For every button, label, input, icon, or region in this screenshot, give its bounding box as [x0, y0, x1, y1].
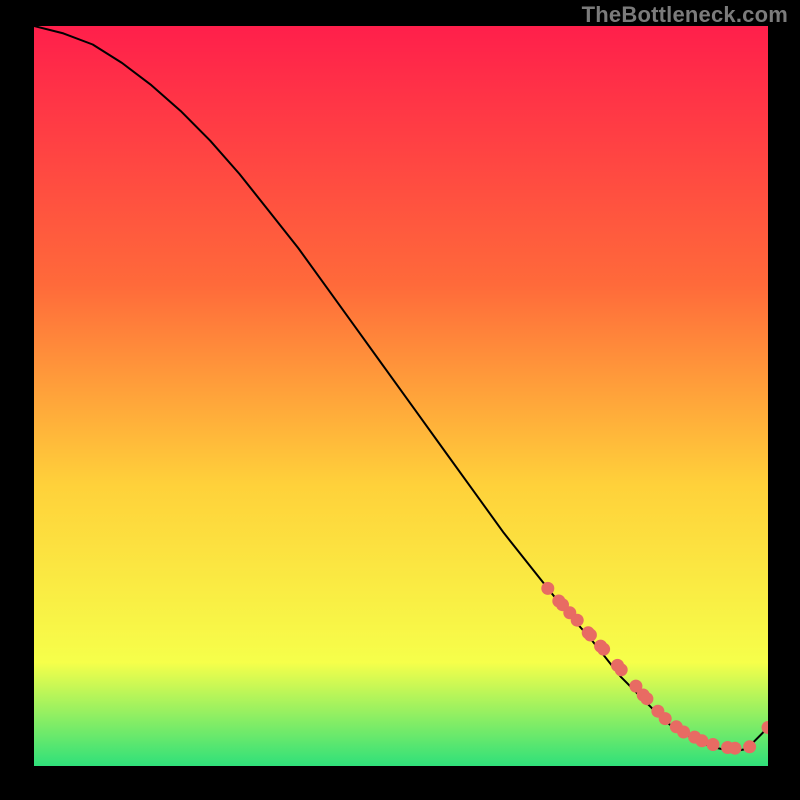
- chart-svg: [34, 26, 768, 766]
- plot-area: [34, 26, 768, 766]
- data-marker: [584, 629, 597, 642]
- data-marker: [743, 740, 756, 753]
- data-marker: [640, 692, 653, 705]
- watermark-text: TheBottleneck.com: [582, 2, 788, 28]
- data-marker: [541, 582, 554, 595]
- data-marker: [597, 643, 610, 656]
- data-marker: [571, 614, 584, 627]
- data-marker: [695, 734, 708, 747]
- chart-stage: TheBottleneck.com: [0, 0, 800, 800]
- gradient-background: [34, 26, 768, 766]
- data-marker: [615, 663, 628, 676]
- data-marker: [729, 742, 742, 755]
- data-marker: [659, 712, 672, 725]
- data-marker: [707, 738, 720, 751]
